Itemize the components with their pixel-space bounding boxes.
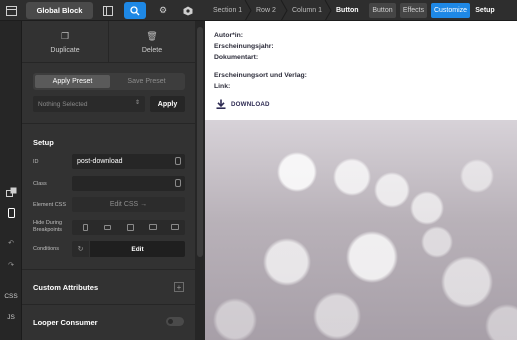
- field-publisher: Erscheinungsort und Verlag:: [214, 72, 307, 79]
- app-root: Global Block ⚙ Section 1 Row 2 Column 1 …: [0, 0, 517, 340]
- hide-label-line-2: Breakpoints: [33, 227, 63, 233]
- breadcrumb-button[interactable]: Button: [336, 0, 359, 21]
- preview-canvas: Autor*in: Erscheinungsjahr: Dokumentart:…: [205, 21, 517, 340]
- css-button[interactable]: CSS: [0, 289, 22, 303]
- database-icon[interactable]: [175, 179, 181, 187]
- tab-effects[interactable]: Effects: [400, 3, 427, 18]
- looper-consumer-title: Looper Consumer: [33, 318, 98, 327]
- database-icon[interactable]: [175, 157, 181, 165]
- search-icon: [130, 5, 140, 15]
- save-preset-tab[interactable]: Save Preset: [110, 75, 183, 88]
- conditions-edit-button[interactable]: Edit: [90, 241, 185, 257]
- id-label: ID: [33, 159, 39, 165]
- field-doctype: Dokumentart:: [214, 54, 259, 61]
- laptop-breakpoint-icon[interactable]: [149, 224, 157, 230]
- duplicate-label: Duplicate: [50, 46, 80, 54]
- download-icon: [216, 99, 226, 109]
- layout-icon-svg: [103, 5, 113, 16]
- mobile-icon-svg: [7, 208, 15, 218]
- breadcrumb-row[interactable]: Row 2: [256, 0, 276, 21]
- js-button[interactable]: JS: [0, 310, 22, 324]
- class-label: Class: [33, 181, 47, 187]
- divider: [22, 123, 195, 124]
- divider: [22, 269, 195, 270]
- gear-icon[interactable]: ⚙: [156, 0, 170, 21]
- preset-toggle: Apply Preset Save Preset: [33, 73, 185, 90]
- breadcrumb-column[interactable]: Column 1: [292, 0, 322, 21]
- add-attribute-button[interactable]: +: [174, 282, 184, 292]
- hide-label-line-1: Hide During: [33, 220, 63, 226]
- cube-icon[interactable]: [181, 0, 195, 21]
- refresh-icon[interactable]: ↻: [72, 241, 89, 257]
- download-label: DOWNLOAD: [231, 100, 270, 108]
- mobile-icon[interactable]: [0, 206, 22, 220]
- id-input[interactable]: post-download: [72, 154, 185, 169]
- redo-icon[interactable]: ↷: [0, 258, 22, 272]
- layout-icon[interactable]: [101, 0, 115, 21]
- undo-icon[interactable]: ↶: [0, 236, 22, 250]
- conditions-label: Conditions: [33, 246, 59, 252]
- breadcrumb-chevron-icon: [324, 0, 332, 21]
- tab-customize[interactable]: Customize: [431, 3, 470, 18]
- phone-breakpoint-icon[interactable]: [83, 224, 88, 231]
- id-value: post-download: [77, 158, 123, 165]
- class-input[interactable]: [72, 176, 185, 191]
- divider: [22, 304, 195, 305]
- breadcrumb-chevron-icon: [280, 0, 288, 21]
- top-bar: Global Block ⚙ Section 1 Row 2 Column 1 …: [0, 0, 517, 21]
- builder-icon-svg: [5, 5, 17, 16]
- duplicate-button[interactable]: ❐ Duplicate: [22, 21, 108, 63]
- inspector-panel: ❐ Duplicate 🗑 Delete Apply Preset Save P…: [22, 21, 195, 340]
- download-button[interactable]: DOWNLOAD: [216, 99, 270, 109]
- hide-breakpoints-label: Hide During Breakpoints: [33, 220, 62, 234]
- action-row: ❐ Duplicate 🗑 Delete: [22, 21, 195, 63]
- search-button[interactable]: [124, 2, 146, 19]
- preset-select[interactable]: Nothing Selected ⇕: [33, 96, 145, 112]
- delete-button[interactable]: 🗑 Delete: [109, 21, 195, 63]
- hex-icon-svg: [183, 6, 193, 15]
- apply-preset-tab[interactable]: Apply Preset: [35, 75, 110, 88]
- toggle-knob: [168, 319, 173, 324]
- preset-select-value: Nothing Selected: [38, 100, 88, 108]
- trash-icon: 🗑: [146, 30, 158, 41]
- apply-button[interactable]: Apply: [150, 96, 185, 112]
- builder-icon[interactable]: [4, 0, 18, 21]
- field-author: Autor*in:: [214, 32, 244, 39]
- breadcrumb-chevron-icon: [244, 0, 252, 21]
- duplicate-icon: ❐: [60, 30, 70, 41]
- tab-setup[interactable]: Setup: [473, 3, 497, 18]
- field-year: Erscheinungsjahr:: [214, 43, 274, 50]
- tab-button[interactable]: Button: [369, 3, 396, 18]
- tablet-breakpoint-icon[interactable]: [127, 224, 134, 231]
- desktop-breakpoint-icon[interactable]: [171, 224, 179, 230]
- setup-title: Setup: [33, 138, 54, 147]
- global-block-button[interactable]: Global Block: [26, 2, 93, 19]
- scroll-thumb[interactable]: [197, 27, 203, 257]
- field-link: Link:: [214, 83, 231, 90]
- breakpoint-toggles: [72, 220, 185, 235]
- edit-css-button[interactable]: Edit CSS →: [72, 197, 185, 212]
- element-css-label: Element CSS: [33, 202, 67, 208]
- stack-icon[interactable]: [0, 185, 22, 199]
- phone-landscape-breakpoint-icon[interactable]: [104, 225, 111, 230]
- panel-scrollbar[interactable]: [195, 21, 205, 340]
- bokeh-background-image: [205, 120, 517, 340]
- select-arrows-icon: ⇕: [134, 100, 140, 106]
- left-rail: ↶ ↷ CSS JS: [0, 21, 22, 340]
- custom-attributes-title: Custom Attributes: [33, 283, 99, 292]
- delete-label: Delete: [141, 46, 163, 54]
- looper-consumer-toggle[interactable]: [166, 317, 184, 326]
- breadcrumb-section[interactable]: Section 1: [213, 0, 242, 21]
- breadcrumb: Section 1 Row 2 Column 1 Button: [206, 0, 367, 21]
- stack-icon-svg: [5, 187, 16, 197]
